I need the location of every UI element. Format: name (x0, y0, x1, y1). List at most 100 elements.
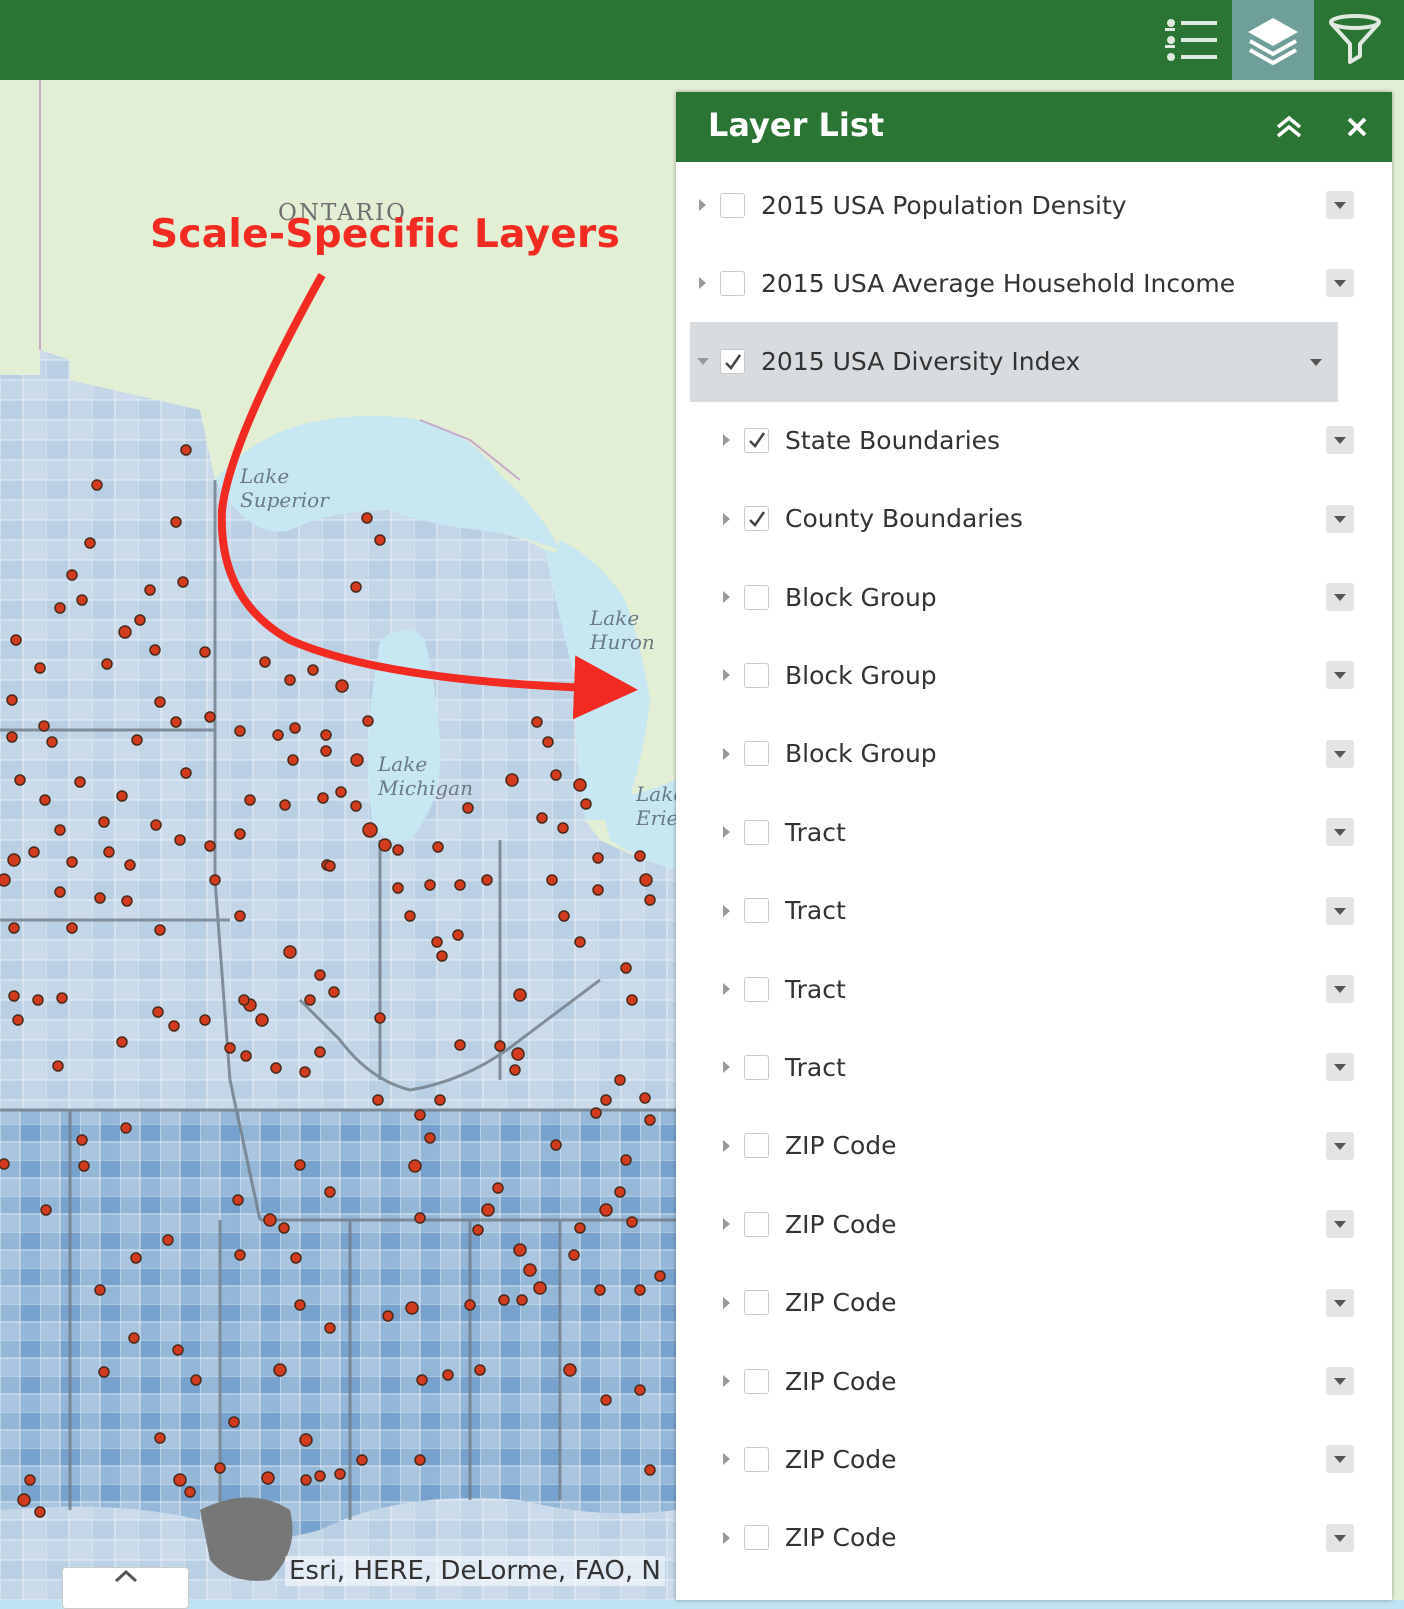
layer-name: Block Group (785, 739, 937, 769)
check-icon (724, 354, 741, 370)
layer-row[interactable]: Block Group (676, 557, 1362, 637)
layer-visibility-checkbox[interactable] (744, 976, 769, 1002)
check-icon (748, 432, 765, 449)
layer-menu-button[interactable] (1326, 975, 1354, 1003)
layer-row[interactable]: State Boundaries (676, 400, 1362, 480)
layer-row[interactable]: ZIP Code (676, 1498, 1362, 1578)
caret-right-icon[interactable] (720, 1139, 734, 1153)
layer-menu-button[interactable] (1326, 191, 1354, 219)
layer-row[interactable]: County Boundaries (676, 479, 1362, 559)
layer-row[interactable]: ZIP Code (676, 1419, 1362, 1499)
layer-row[interactable]: Block Group (676, 714, 1362, 794)
layer-visibility-checkbox[interactable] (720, 349, 745, 375)
caret-right-icon[interactable] (720, 590, 734, 604)
caret-right-icon[interactable] (720, 1296, 734, 1310)
layer-row[interactable]: Tract (676, 949, 1362, 1029)
caret-right-icon[interactable] (720, 904, 734, 918)
layer-menu-button[interactable] (1326, 269, 1354, 298)
layer-name: 2015 USA Average Household Income (761, 268, 1236, 298)
dropdown-arrow-icon (1334, 437, 1346, 445)
layer-name: Tract (785, 1052, 846, 1082)
filter-button[interactable] (1314, 0, 1396, 80)
caret-right-icon[interactable] (720, 825, 734, 839)
caret-right-icon[interactable] (720, 1452, 734, 1466)
layer-menu-button[interactable] (1326, 1053, 1354, 1082)
legend-button[interactable] (1150, 0, 1232, 80)
caret-right-icon[interactable] (720, 1531, 734, 1545)
layer-row[interactable]: ZIP Code (676, 1184, 1362, 1264)
layer-visibility-checkbox[interactable] (744, 427, 769, 453)
caret-right-icon[interactable] (720, 982, 734, 996)
layer-visibility-checkbox[interactable] (744, 584, 769, 610)
layer-row[interactable]: ZIP Code (676, 1106, 1362, 1186)
layer-row[interactable]: 2015 USA Population Density (676, 165, 1362, 245)
layer-menu-button[interactable] (1326, 739, 1354, 768)
caret-down-icon[interactable] (696, 357, 710, 367)
layer-menu-button[interactable] (1302, 348, 1330, 376)
layer-visibility-checkbox[interactable] (744, 1054, 769, 1080)
dropdown-arrow-icon (1334, 280, 1346, 288)
layer-row[interactable]: 2015 USA Average Household Income (676, 243, 1362, 323)
dropdown-arrow-icon (1310, 358, 1322, 366)
layer-menu-button[interactable] (1326, 818, 1354, 847)
close-panel-button[interactable] (1340, 110, 1374, 144)
layer-menu-button[interactable] (1326, 1210, 1354, 1239)
layer-row[interactable]: Tract (676, 792, 1362, 872)
annotation-text: Scale-Specific Layers (150, 212, 621, 257)
layer-visibility-checkbox[interactable] (744, 1133, 769, 1159)
layer-row[interactable]: ZIP Code (676, 1263, 1362, 1343)
caret-right-icon[interactable] (720, 1217, 734, 1231)
layer-name: 2015 USA Diversity Index (761, 347, 1081, 377)
layer-menu-button[interactable] (1326, 1288, 1354, 1317)
layer-visibility-checkbox[interactable] (744, 1446, 769, 1472)
layer-visibility-checkbox[interactable] (744, 1368, 769, 1394)
layer-name: ZIP Code (785, 1523, 897, 1553)
check-icon (748, 510, 765, 527)
layer-visibility-checkbox[interactable] (744, 819, 769, 845)
layer-menu-button[interactable] (1326, 426, 1354, 455)
close-icon (1347, 117, 1367, 137)
map-label-lake-michigan: Lake Michigan (378, 752, 473, 800)
caret-right-icon[interactable] (720, 433, 734, 447)
caret-right-icon[interactable] (720, 512, 734, 526)
layer-menu-button[interactable] (1326, 1445, 1354, 1474)
dropdown-arrow-icon (1334, 1534, 1346, 1542)
caret-right-icon[interactable] (696, 276, 710, 290)
layer-row[interactable]: 2015 USA Diversity Index (690, 321, 1338, 402)
panel-title: Layer List (708, 106, 885, 144)
layer-menu-button[interactable] (1326, 1131, 1354, 1160)
caret-right-icon[interactable] (720, 668, 734, 682)
attribution-toggle-button[interactable] (62, 1567, 189, 1609)
caret-right-icon[interactable] (720, 1060, 734, 1074)
layer-menu-button[interactable] (1326, 1367, 1354, 1395)
layer-visibility-checkbox[interactable] (744, 741, 769, 767)
layers-button[interactable] (1232, 0, 1314, 80)
layer-visibility-checkbox[interactable] (744, 1211, 769, 1237)
layer-menu-button[interactable] (1326, 504, 1354, 533)
layer-menu-button[interactable] (1326, 896, 1354, 925)
layer-visibility-checkbox[interactable] (744, 662, 769, 688)
layer-menu-button[interactable] (1326, 661, 1354, 690)
layer-name: County Boundaries (785, 504, 1023, 534)
collapse-panel-button[interactable] (1272, 110, 1306, 144)
caret-right-icon[interactable] (696, 198, 710, 212)
layer-menu-button[interactable] (1326, 1523, 1354, 1552)
layer-visibility-checkbox[interactable] (720, 192, 745, 218)
layer-row[interactable]: ZIP Code (676, 1341, 1362, 1421)
layer-visibility-checkbox[interactable] (744, 898, 769, 924)
caret-right-icon[interactable] (720, 747, 734, 761)
layer-row[interactable]: Tract (676, 1027, 1362, 1107)
layer-name: ZIP Code (785, 1366, 897, 1396)
dropdown-arrow-icon (1334, 750, 1346, 758)
layer-menu-button[interactable] (1326, 583, 1354, 611)
caret-right-icon[interactable] (720, 1374, 734, 1388)
layer-visibility-checkbox[interactable] (744, 506, 769, 532)
layer-visibility-checkbox[interactable] (744, 1290, 769, 1316)
layer-name: ZIP Code (785, 1444, 897, 1474)
layer-visibility-checkbox[interactable] (720, 270, 745, 296)
chevron-up-icon (114, 1569, 137, 1583)
legend-icon (1165, 19, 1217, 61)
layer-row[interactable]: Block Group (676, 635, 1362, 715)
layer-visibility-checkbox[interactable] (744, 1525, 769, 1551)
layer-row[interactable]: Tract (676, 871, 1362, 951)
